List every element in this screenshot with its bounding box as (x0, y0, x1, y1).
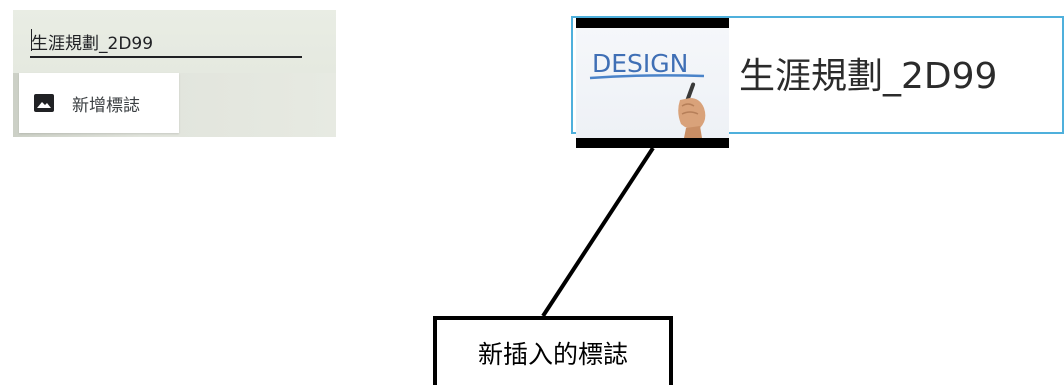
callout-box: 新插入的標誌 (433, 316, 673, 385)
callout-label: 新插入的標誌 (477, 339, 628, 369)
